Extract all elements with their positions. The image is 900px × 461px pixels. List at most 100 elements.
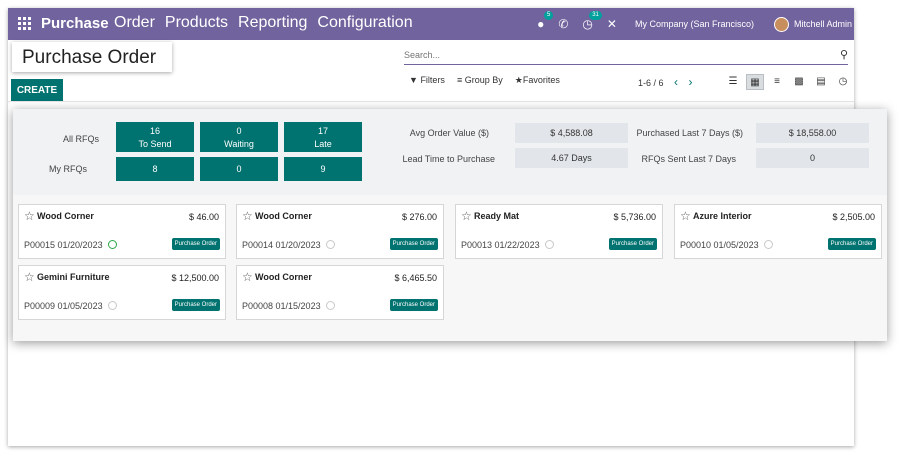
activity-clock-icon[interactable] [108,240,117,249]
purchased-last-7-days-label: Purchased Last 7 Days ($) [636,128,743,138]
filters-label: Filters [420,75,445,85]
all-rfqs-label: All RFQs [63,134,99,144]
tile-my-to-send[interactable]: 8 [116,157,194,181]
rfqs-sent-last-7-days-value: 0 [756,148,869,168]
user-avatar[interactable] [774,16,789,32]
kanban-card[interactable]: ☆ Wood Corner $ 6,465.50 P00008 01/15/20… [236,265,444,320]
tile-waiting[interactable]: 0 Waiting [200,122,278,152]
search-options: ▼ Filters ≡ Group By ★Favorites [409,75,560,86]
card-reference-date: P00008 01/15/2023 [242,301,321,311]
group-by-label: Group By [464,75,503,85]
avg-order-value: $ 4,588.08 [515,123,628,143]
menu-item-reporting[interactable]: Reporting [238,14,307,32]
search-input[interactable] [404,46,824,64]
activity-clock-icon[interactable] [545,240,554,249]
favorites-button[interactable]: ★Favorites [515,75,560,86]
kanban-view-icon[interactable]: ▦ [746,74,764,90]
menu-item-products[interactable]: Products [165,14,228,32]
screenshot-stage: Purchase Order Products Reporting Config… [0,0,900,461]
pager-value[interactable]: 1-6 / 6 [638,78,664,88]
activity-count-badge: 31 [589,11,602,20]
chat-count-badge: 5 [544,11,554,20]
app-name[interactable]: Purchase [41,15,109,32]
page-title-panel: Purchase Order [12,42,172,72]
star-icon[interactable]: ☆ [24,209,35,223]
group-by-icon: ≡ [456,75,463,85]
lead-time-value: 4.67 Days [515,148,628,168]
kanban-card[interactable]: ☆ Wood Corner $ 46.00 P00015 01/20/2023 … [18,204,226,259]
card-amount: $ 5,736.00 [613,212,656,222]
kanban-card[interactable]: ☆ Wood Corner $ 276.00 P00014 01/20/2023… [236,204,444,259]
next-page-icon[interactable]: › [689,75,693,89]
card-reference-date: P00015 01/20/2023 [24,240,103,250]
activity-clock-icon[interactable] [326,240,335,249]
status-badge: Purchase Order [389,299,438,311]
search-bar: ⚲ [404,45,848,65]
debug-tools-icon[interactable]: ✕ [607,17,617,31]
filter-icon: ▼ [409,75,418,85]
user-menu[interactable]: Mitchell Admin [794,19,854,29]
kanban-card[interactable]: ☆ Gemini Furniture $ 12,500.00 P00009 01… [18,265,226,320]
rfqs-sent-last-7-days-label: RFQs Sent Last 7 Days [641,154,736,164]
my-rfqs-label: My RFQs [49,164,87,174]
star-icon[interactable]: ☆ [680,209,691,223]
avg-order-value-label: Avg Order Value ($) [409,128,489,138]
status-badge: Purchase Order [608,238,657,250]
card-vendor: Wood Corner [37,211,94,221]
list-view-icon[interactable]: ☰ [724,74,742,90]
card-amount: $ 46.00 [188,212,219,222]
star-icon[interactable]: ☆ [461,209,472,223]
tile-count: 17 [317,126,328,136]
search-icon[interactable]: ⚲ [840,48,848,61]
card-amount: $ 276.00 [401,212,437,222]
activity-clock-icon[interactable] [764,240,773,249]
menu-item-order[interactable]: Order [114,14,155,32]
card-reference-date: P00010 01/05/2023 [680,240,759,250]
table-view-icon[interactable]: ≡ [768,74,786,90]
previous-page-icon[interactable]: ‹ [674,75,678,89]
kanban-cards: ☆ Wood Corner $ 46.00 P00015 01/20/2023 … [13,195,887,341]
status-badge: Purchase Order [171,299,220,311]
group-by-button[interactable]: ≡ Group By [457,75,503,86]
status-badge: Purchase Order [389,238,438,250]
card-vendor: Gemini Furniture [37,272,110,282]
purchased-last-7-days-value: $ 18,558.00 [756,123,869,143]
card-vendor: Azure Interior [693,211,752,221]
tile-late[interactable]: 17 Late [284,122,362,152]
status-badge: Purchase Order [171,238,220,250]
activity-clock-icon[interactable] [326,301,335,310]
graph-view-icon[interactable]: ▩ [790,74,808,90]
systray: ● 5 ✆ ◷ 31 ✕ My Company (San Francisco) Mi… [537,8,854,40]
phone-icon[interactable]: ✆ [558,17,568,31]
calendar-view-icon[interactable]: ▤ [812,74,830,90]
card-reference-date: P00013 01/22/2023 [461,240,540,250]
activity-clock-icon[interactable]: ◷ 31 [582,11,602,31]
star-icon[interactable]: ☆ [24,270,35,284]
star-icon[interactable]: ☆ [242,209,253,223]
kanban-card[interactable]: ☆ Ready Mat $ 5,736.00 P00013 01/22/2023… [455,204,663,259]
company-switcher[interactable]: My Company (San Francisco) [635,19,754,29]
chat-icon[interactable]: ● 5 [537,11,554,31]
top-navbar: Purchase Order Products Reporting Config… [8,8,854,40]
menu-item-configuration[interactable]: Configuration [317,14,412,32]
kanban-card[interactable]: ☆ Azure Interior $ 2,505.00 P00010 01/05… [674,204,882,259]
tile-to-send[interactable]: 16 To Send [116,122,194,152]
tile-count: 16 [149,126,160,136]
card-vendor: Ready Mat [474,211,520,221]
purchase-dashboard: All RFQs My RFQs 16 To Send 0 Waiting 17… [13,109,887,195]
activity-clock-icon[interactable] [108,301,117,310]
view-switcher: ☰ ▦ ≡ ▩ ▤ ◷ [724,74,852,90]
card-vendor: Wood Corner [255,211,312,221]
create-button[interactable]: CREATE [11,79,63,101]
apps-grid-icon[interactable] [18,17,31,30]
pager: 1-6 / 6 ‹ › [638,75,693,89]
activity-view-icon[interactable]: ◷ [834,74,852,90]
tile-my-waiting[interactable]: 0 [200,157,278,181]
tile-label: Late [314,139,332,149]
star-icon[interactable]: ☆ [242,270,253,284]
page-title: Purchase Order [22,47,157,68]
tile-my-late[interactable]: 9 [284,157,362,181]
filters-button[interactable]: ▼ Filters [409,75,445,86]
tile-label: Waiting [224,139,254,149]
main-menu: Order Products Reporting Configuration [114,14,413,32]
